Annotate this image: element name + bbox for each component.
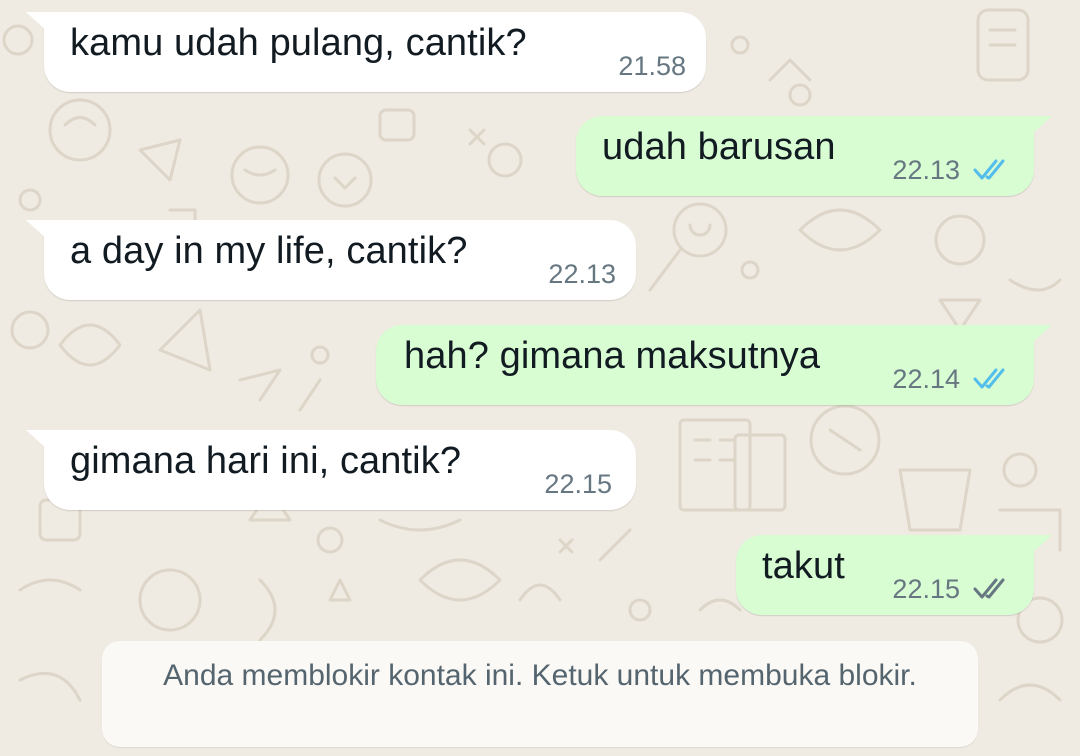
message-timestamp: 21.58 <box>618 51 686 81</box>
message-text: a day in my life, cantik? <box>70 230 468 272</box>
incoming-message-bubble[interactable]: gimana hari ini, cantik? 22.15 <box>26 430 636 510</box>
message-timestamp: 22.15 <box>892 574 960 604</box>
message-timestamp: 22.13 <box>548 259 616 289</box>
incoming-message-bubble[interactable]: a day in my life, cantik? 22.13 <box>26 220 636 300</box>
outgoing-message-bubble[interactable]: hah? gimana maksutnya 22.14 <box>376 325 1052 405</box>
message-timestamp: 22.13 <box>892 155 960 185</box>
outgoing-message-bubble[interactable]: takut 22.15 <box>736 535 1052 615</box>
bubble-tail <box>1030 116 1052 136</box>
bubble-tail <box>26 12 48 32</box>
incoming-message-bubble[interactable]: kamu udah pulang, cantik? 21.58 <box>26 12 706 92</box>
blocked-contact-banner[interactable]: Anda memblokir kontak ini. Ketuk untuk m… <box>102 641 978 747</box>
outgoing-message-bubble[interactable]: udah barusan 22.13 <box>576 116 1052 196</box>
double-check-icon <box>973 159 1005 180</box>
bubble-tail <box>26 430 48 450</box>
double-check-icon <box>973 578 1005 599</box>
message-text: kamu udah pulang, cantik? <box>70 22 527 64</box>
bubble-tail <box>1030 325 1052 345</box>
message-timestamp: 22.14 <box>892 364 960 394</box>
message-text: gimana hari ini, cantik? <box>70 440 462 482</box>
message-timestamp: 22.15 <box>544 469 612 499</box>
blocked-contact-text: Anda memblokir kontak ini. Ketuk untuk m… <box>163 659 917 692</box>
message-text: udah barusan <box>602 126 836 168</box>
message-text: takut <box>762 545 845 587</box>
bubble-tail <box>26 220 48 240</box>
double-check-icon <box>973 368 1005 389</box>
bubble-tail <box>1030 535 1052 555</box>
message-text: hah? gimana maksutnya <box>404 335 821 377</box>
